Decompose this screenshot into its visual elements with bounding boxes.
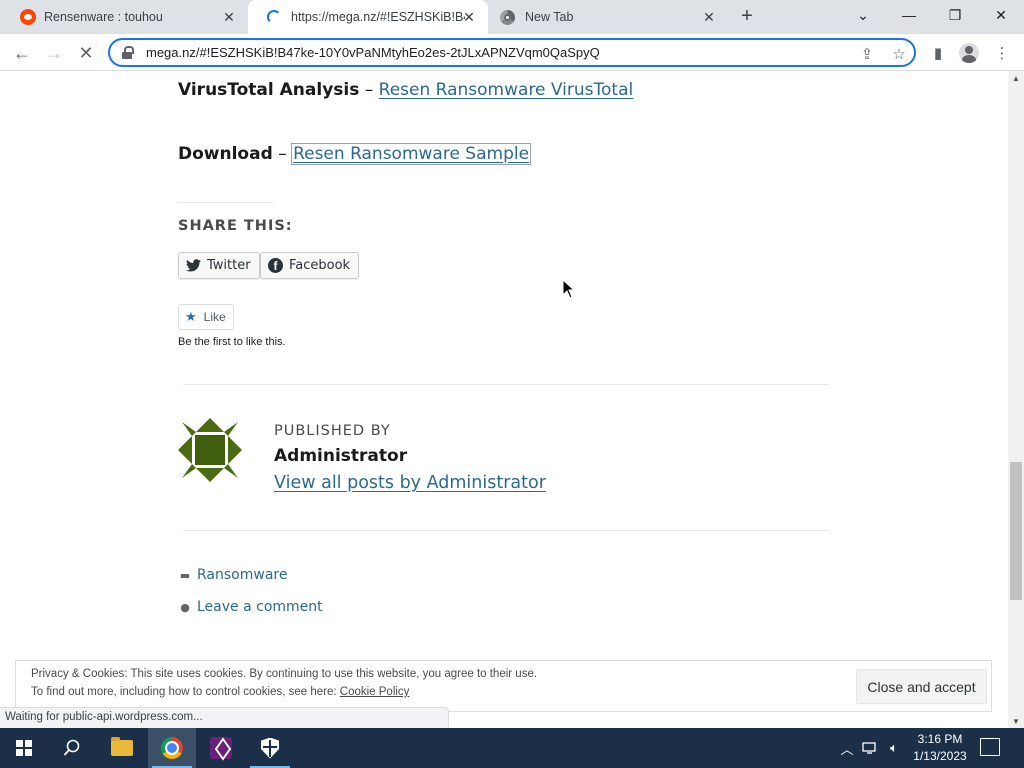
separator: – xyxy=(359,80,379,100)
folder-icon xyxy=(111,737,133,756)
divider xyxy=(178,202,273,203)
lock-icon[interactable] xyxy=(122,45,134,60)
cookie-banner: Privacy & Cookies: This site uses cookie… xyxy=(15,660,992,712)
mouse-cursor-icon xyxy=(562,279,576,299)
stop-loading-icon[interactable]: ✕ xyxy=(72,39,100,67)
cookie-text: Privacy & Cookies: This site uses cookie… xyxy=(31,668,538,680)
chrome-icon xyxy=(500,9,515,25)
minimize-button[interactable]: — xyxy=(886,0,932,30)
cookie-text-part: To find out more, including how to contr… xyxy=(31,686,340,698)
tab-reddit[interactable]: Rensenware : touhou ✕ xyxy=(0,0,248,34)
scroll-up-icon[interactable]: ▲ xyxy=(1008,71,1024,85)
new-tab-button[interactable]: + xyxy=(735,5,759,29)
restore-button[interactable]: ❐ xyxy=(932,0,978,30)
close-icon[interactable]: ✕ xyxy=(460,8,478,26)
windows-taskbar: ︿ 🔈︎ 3:16 PM 1/13/2023 xyxy=(0,728,1024,768)
network-icon[interactable] xyxy=(860,728,880,768)
twitter-share-button[interactable]: Twitter xyxy=(178,252,260,279)
page-viewport: VirusTotal Analysis – Resen Ransomware V… xyxy=(0,71,1008,728)
windows-logo-icon xyxy=(16,740,32,756)
loading-spinner-icon xyxy=(267,10,281,24)
virustotal-paragraph: VirusTotal Analysis – Resen Ransomware V… xyxy=(178,80,633,100)
virustotal-label: VirusTotal Analysis xyxy=(178,80,360,100)
author-posts-link[interactable]: View all posts by Administrator xyxy=(274,473,546,493)
twitter-label: Twitter xyxy=(207,258,251,273)
tab-title: https://mega.nz/#!ESZHSKiB!B47 xyxy=(291,10,465,24)
volume-icon[interactable]: 🔈︎ xyxy=(884,728,904,768)
visual-studio-button[interactable] xyxy=(197,728,245,768)
windows-security-button[interactable] xyxy=(246,728,294,768)
category-row: ▬ Ransomware xyxy=(178,567,288,583)
divider xyxy=(183,384,829,385)
notification-center-icon[interactable] xyxy=(980,738,1000,756)
side-panel-icon[interactable]: ▮ xyxy=(927,42,949,64)
like-note: Be the first to like this. xyxy=(178,336,286,348)
scroll-thumb[interactable] xyxy=(1010,462,1022,600)
clock-date: 1/13/2023 xyxy=(913,749,967,763)
facebook-label: Facebook xyxy=(289,258,351,273)
avatar xyxy=(959,43,979,63)
browser-toolbar: ← → ✕ mega.nz/#!ESZHSKiB!B47ke-10Y0vPaNM… xyxy=(0,34,1024,71)
chrome-taskbar-button[interactable] xyxy=(148,728,196,768)
virustotal-link[interactable]: Resen Ransomware VirusTotal xyxy=(379,80,634,100)
tab-title: New Tab xyxy=(525,10,574,24)
scroll-down-icon[interactable]: ▼ xyxy=(1008,714,1024,728)
tab-mega[interactable]: https://mega.nz/#!ESZHSKiB!B47 ✕ xyxy=(248,0,488,34)
separator: – xyxy=(272,144,293,164)
divider xyxy=(183,530,829,531)
close-window-button[interactable]: ✕ xyxy=(978,0,1024,30)
close-icon[interactable]: ✕ xyxy=(700,8,718,26)
download-label: Download xyxy=(178,144,273,164)
star-icon: ★ xyxy=(185,309,197,324)
comment-row: ● Leave a comment xyxy=(178,599,323,615)
url-text[interactable]: mega.nz/#!ESZHSKiB!B47ke-10Y0vPaNMtyhEo2… xyxy=(146,45,836,60)
cookie-text-2: To find out more, including how to contr… xyxy=(31,686,409,698)
menu-kebab-icon[interactable]: ⋮ xyxy=(991,42,1013,64)
tab-strip: Rensenware : touhou ✕ https://mega.nz/#!… xyxy=(0,0,1024,34)
status-bubble: Waiting for public-api.wordpress.com... xyxy=(0,707,449,728)
close-icon[interactable]: ✕ xyxy=(220,8,238,26)
download-paragraph: Download – Resen Ransomware Sample xyxy=(178,143,532,165)
facebook-icon: f xyxy=(268,258,283,273)
file-explorer-button[interactable] xyxy=(98,728,146,768)
tab-search-chevron-icon[interactable]: ⌄ xyxy=(840,0,886,30)
close-and-accept-button[interactable]: Close and accept xyxy=(856,669,987,704)
start-button[interactable] xyxy=(0,728,48,768)
forward-arrow-icon[interactable]: → xyxy=(40,39,68,67)
visual-studio-icon xyxy=(210,737,232,759)
folder-icon: ▬ xyxy=(179,568,191,582)
share-icon[interactable]: ⇪ xyxy=(858,45,876,63)
bookmark-star-icon[interactable]: ☆ xyxy=(890,45,908,63)
profile-button[interactable] xyxy=(958,42,980,64)
reddit-icon xyxy=(20,9,36,25)
author-avatar xyxy=(178,418,242,482)
like-button[interactable]: ★ Like xyxy=(178,304,234,330)
like-label: Like xyxy=(203,310,226,324)
cookie-policy-link[interactable]: Cookie Policy xyxy=(340,686,410,698)
author-name: Administrator xyxy=(274,446,408,466)
vertical-scrollbar[interactable]: ▲ ▼ xyxy=(1008,71,1024,728)
shield-icon xyxy=(261,737,279,759)
leave-comment-link[interactable]: Leave a comment xyxy=(197,599,323,615)
system-clock[interactable]: 3:16 PM 1/13/2023 xyxy=(905,731,975,765)
share-title: SHARE THIS: xyxy=(178,218,293,234)
published-by-label: PUBLISHED BY xyxy=(274,423,391,439)
twitter-icon xyxy=(186,258,201,273)
tray-chevron-up-icon[interactable]: ︿ xyxy=(838,728,856,768)
download-link[interactable]: Resen Ransomware Sample xyxy=(291,143,532,165)
tab-new-tab[interactable]: New Tab ✕ xyxy=(488,0,728,34)
category-link[interactable]: Ransomware xyxy=(197,567,287,583)
chrome-icon xyxy=(161,737,183,759)
comment-icon: ● xyxy=(180,600,190,614)
facebook-share-button[interactable]: f Facebook xyxy=(260,252,360,279)
tab-title: Rensenware : touhou xyxy=(44,10,163,24)
address-bar[interactable]: mega.nz/#!ESZHSKiB!B47ke-10Y0vPaNMtyhEo2… xyxy=(108,38,916,67)
back-arrow-icon[interactable]: ← xyxy=(8,39,36,67)
search-icon[interactable] xyxy=(48,728,96,768)
clock-time: 3:16 PM xyxy=(917,732,963,746)
